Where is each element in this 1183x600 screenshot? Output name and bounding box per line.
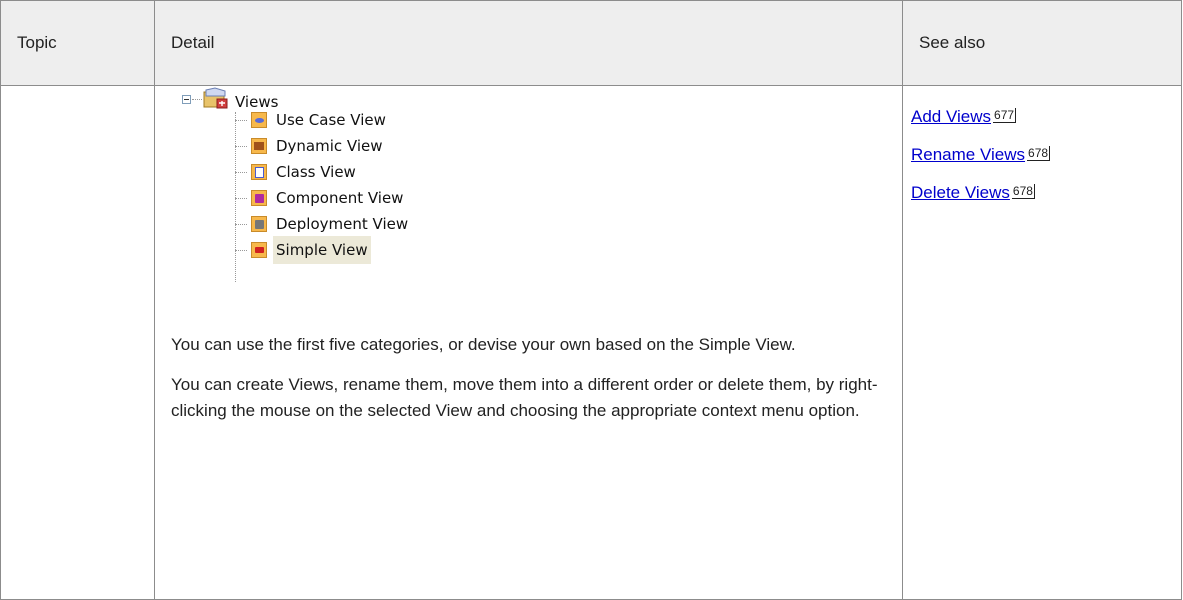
class-view-icon <box>251 164 267 180</box>
use-case-view-icon <box>251 112 267 128</box>
see-also-item: Delete Views 678 <box>911 180 1173 206</box>
page-ref: 678 <box>1027 146 1051 161</box>
page-ref: 678 <box>1011 184 1035 199</box>
rename-views-link[interactable]: Rename Views <box>911 145 1025 164</box>
tree-item-simple-view: Simple View <box>235 236 371 264</box>
dynamic-view-icon <box>251 138 267 154</box>
tree-item-label: Simple View <box>273 236 371 264</box>
component-view-icon <box>251 190 267 206</box>
tree-item-deployment-view: Deployment View <box>235 212 411 236</box>
deployment-view-icon <box>251 216 267 232</box>
topic-table: Topic Detail See also Views Use Case Vie… <box>0 0 1182 600</box>
tree-item-use-case-view: Use Case View <box>235 108 389 132</box>
tree-item-label: Component View <box>276 189 404 207</box>
tree-item-label: Dynamic View <box>276 137 383 155</box>
topic-cell <box>0 85 155 600</box>
tree-item-label: Use Case View <box>276 111 386 129</box>
see-also-item: Rename Views 678 <box>911 142 1173 168</box>
detail-paragraph: You can use the first five categories, o… <box>171 335 796 354</box>
tree-item-dynamic-view: Dynamic View <box>235 134 386 158</box>
delete-views-link[interactable]: Delete Views <box>911 183 1010 202</box>
detail-paragraph: You can create Views, rename them, move … <box>171 375 878 420</box>
tree-item-component-view: Component View <box>235 186 406 210</box>
simple-view-icon <box>251 242 267 258</box>
table-header-row: Topic Detail See also <box>0 0 1182 86</box>
views-folder-icon <box>203 87 228 109</box>
views-tree-image: Views Use Case View Dynamic View Class V… <box>171 86 471 282</box>
page-ref: 677 <box>993 108 1017 123</box>
add-views-link[interactable]: Add Views <box>911 107 991 126</box>
see-also-cell: Add Views 677 Rename Views 678 Delete View… <box>902 85 1182 600</box>
tree-item-class-view: Class View <box>235 160 359 184</box>
header-detail: Detail <box>154 0 903 86</box>
see-also-item: Add Views 677 <box>911 104 1173 130</box>
table-row: Views Use Case View Dynamic View Class V… <box>0 85 1182 600</box>
tree-item-label: Deployment View <box>276 215 409 233</box>
header-see-also: See also <box>902 0 1182 86</box>
header-topic: Topic <box>0 0 155 86</box>
collapse-toggle-icon <box>182 95 191 104</box>
detail-cell: Views Use Case View Dynamic View Class V… <box>154 85 903 600</box>
tree-item-label: Class View <box>276 163 356 181</box>
